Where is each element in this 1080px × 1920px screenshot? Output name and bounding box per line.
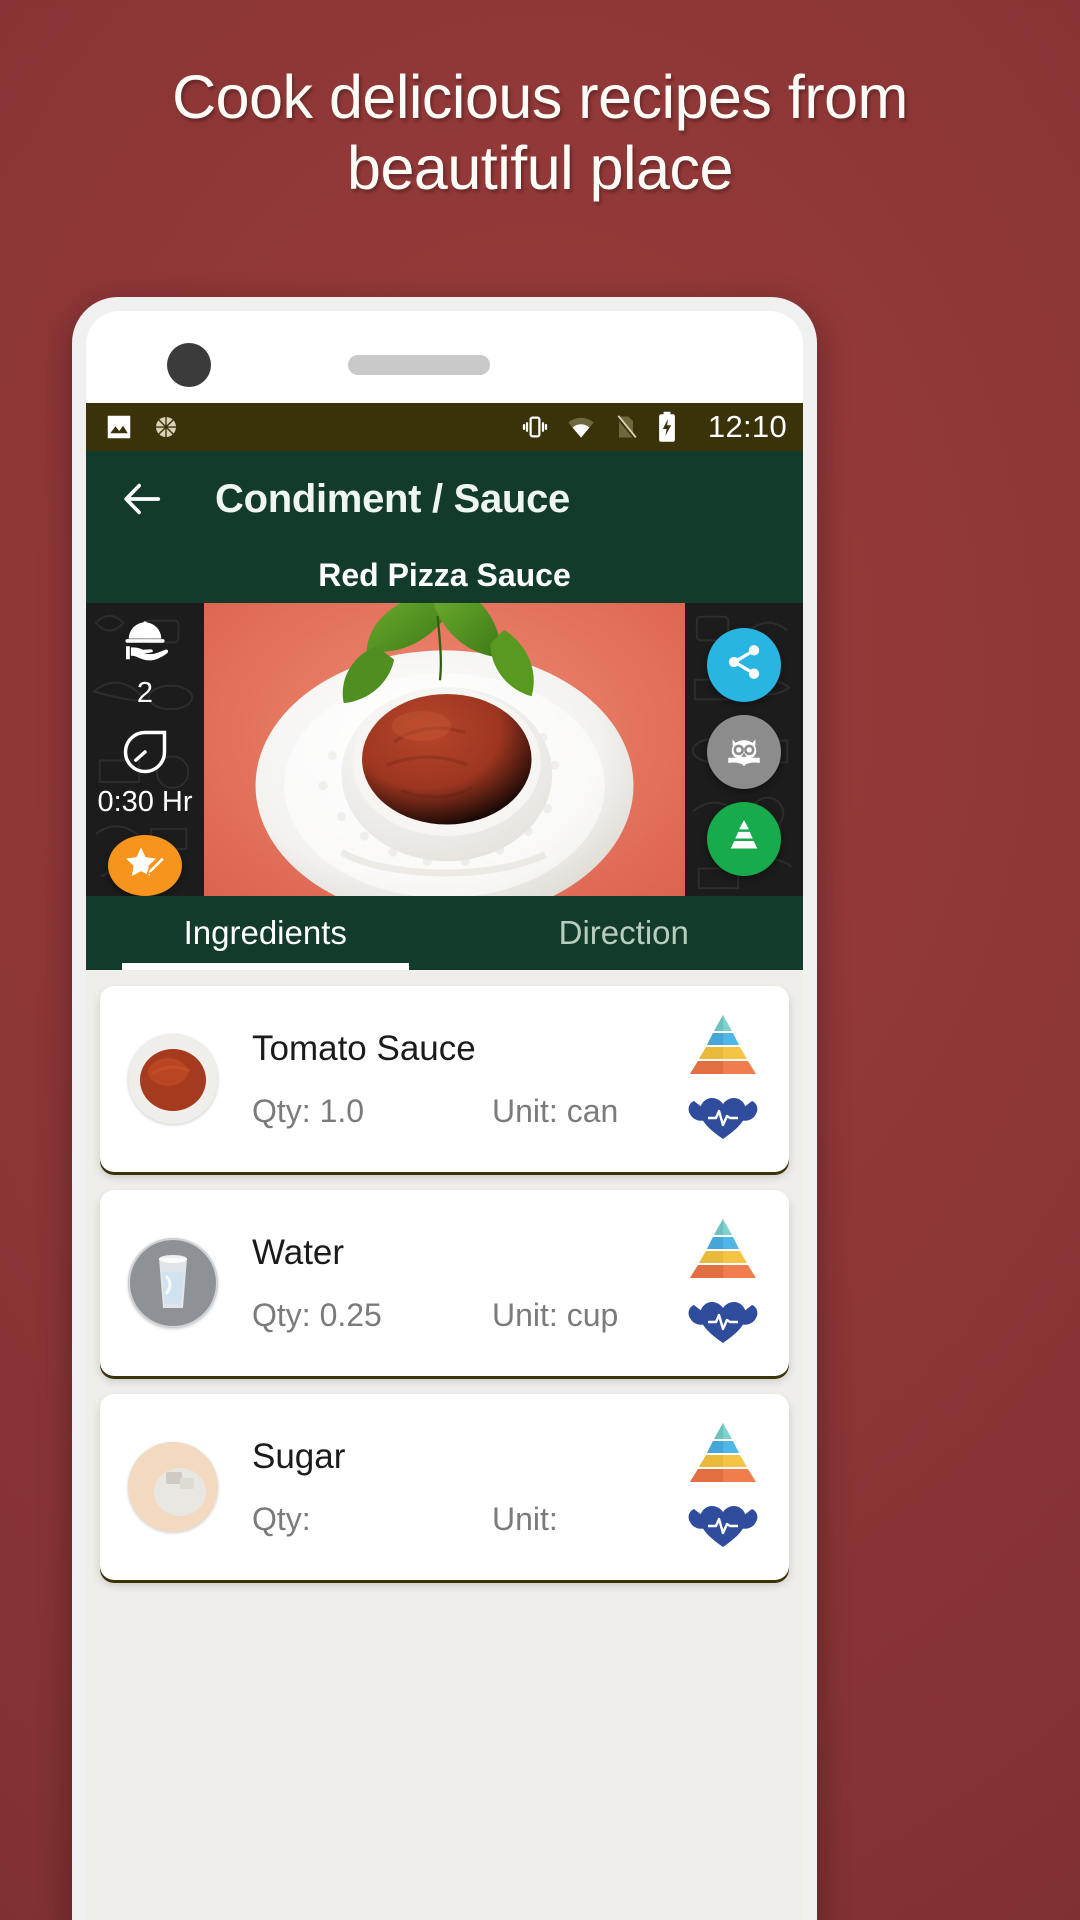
servings-value: 2: [136, 677, 154, 709]
unit-label: Unit:: [492, 1092, 558, 1129]
recipe-tabs: Ingredients Direction: [86, 896, 803, 970]
ingredient-meta: Qty: 1.0 Unit: can: [252, 1093, 675, 1130]
nutrition-pyramid-button[interactable]: [707, 801, 781, 876]
tomato-sauce-thumb: [128, 1034, 218, 1124]
ingredient-unit: Unit: cup: [492, 1297, 618, 1334]
brightness-icon: [151, 412, 181, 442]
recipe-title-bar: Red Pizza Sauce: [86, 547, 803, 603]
ingredient-card[interactable]: Tomato Sauce Qty: 1.0 Unit: can: [100, 986, 789, 1172]
phone-bezel: [86, 311, 803, 403]
sugar-thumb: [128, 1442, 218, 1532]
android-status-bar: 12:10: [86, 403, 803, 451]
food-pyramid-icon[interactable]: [686, 1421, 760, 1485]
learn-button[interactable]: [707, 714, 781, 789]
unit-value: can: [566, 1092, 619, 1129]
qty-label: Qty:: [252, 1092, 311, 1129]
recipe-photo-art: [204, 603, 685, 896]
unit-label: Unit:: [492, 1296, 558, 1333]
ingredient-card[interactable]: Water Qty: 0.25 Unit: cup: [100, 1190, 789, 1376]
tab-direction[interactable]: Direction: [445, 896, 804, 970]
food-pyramid-icon: [724, 816, 764, 861]
front-camera-icon: [167, 343, 211, 387]
nutrition-muscle-icon[interactable]: [686, 1085, 760, 1145]
promo-headline: Cook delicious recipes from beautiful pl…: [172, 63, 908, 202]
recipe-actions-column: [685, 603, 803, 896]
timer-icon: [119, 726, 171, 783]
recipe-name: Red Pizza Sauce: [318, 556, 571, 593]
battery-charging-icon: [655, 411, 679, 443]
share-icon: [724, 642, 764, 687]
card-action-icons: [675, 986, 771, 1172]
tab-ingredients[interactable]: Ingredients: [86, 896, 445, 970]
qty-value: 0.25: [319, 1296, 382, 1333]
back-arrow-icon[interactable]: [120, 476, 166, 522]
ingredients-list[interactable]: Tomato Sauce Qty: 1.0 Unit: can Water Qt…: [86, 970, 803, 1920]
unit-value: cup: [566, 1296, 619, 1333]
page-title: Condiment / Sauce: [215, 476, 570, 521]
recipe-meta-column: 2 0:30 Hr: [86, 603, 204, 896]
ingredient-name: Water: [252, 1232, 345, 1272]
phone-mockup: 12:10 Condiment / Sauce Red Pizza Sauce: [72, 297, 817, 1920]
ingredient-name: Sugar: [252, 1436, 346, 1476]
vibrate-icon: [520, 412, 550, 442]
owl-book-icon: [723, 728, 765, 775]
card-action-icons: [675, 1394, 771, 1580]
food-pyramid-icon[interactable]: [686, 1217, 760, 1281]
ingredient-unit: Unit: can: [492, 1093, 618, 1130]
image-icon: [104, 412, 134, 442]
ingredient-qty: Qty: 0.25: [252, 1297, 492, 1334]
favorite-edit-button[interactable]: [108, 835, 182, 896]
food-pyramid-icon[interactable]: [686, 1013, 760, 1077]
qty-label: Qty:: [252, 1296, 311, 1333]
ingredient-qty: Qty: 1.0: [252, 1093, 492, 1130]
card-action-icons: [675, 1190, 771, 1376]
share-button[interactable]: [707, 627, 781, 702]
app-bar: Condiment / Sauce: [86, 451, 803, 547]
tab-direction-label: Direction: [558, 914, 689, 951]
ingredient-meta: Qty: Unit:: [252, 1501, 675, 1538]
no-sim-icon: [612, 412, 640, 442]
serving-tray-icon: [119, 617, 171, 674]
wifi-icon: [565, 412, 597, 442]
qty-value: 1.0: [319, 1092, 365, 1129]
nutrition-muscle-icon[interactable]: [686, 1289, 760, 1349]
ingredient-meta: Qty: 0.25 Unit: cup: [252, 1297, 675, 1334]
ingredient-card[interactable]: Sugar Qty: Unit:: [100, 1394, 789, 1580]
ingredient-name: Tomato Sauce: [252, 1028, 476, 1068]
star-edit-icon: [121, 839, 169, 892]
earpiece-speaker: [348, 355, 490, 375]
tab-ingredients-label: Ingredients: [183, 914, 347, 951]
status-bar-clock: 12:10: [707, 409, 787, 444]
ingredient-unit: Unit:: [492, 1501, 558, 1538]
nutrition-muscle-icon[interactable]: [686, 1493, 760, 1553]
phone-screen: 12:10 Condiment / Sauce Red Pizza Sauce: [86, 311, 803, 1920]
water-glass-thumb: [128, 1238, 218, 1328]
ingredient-qty: Qty:: [252, 1501, 492, 1538]
cook-time-value: 0:30 Hr: [97, 786, 193, 818]
unit-label: Unit:: [492, 1500, 558, 1537]
recipe-photo: [204, 603, 685, 896]
recipe-hero: 2 0:30 Hr: [86, 603, 803, 896]
qty-label: Qty:: [252, 1500, 311, 1537]
